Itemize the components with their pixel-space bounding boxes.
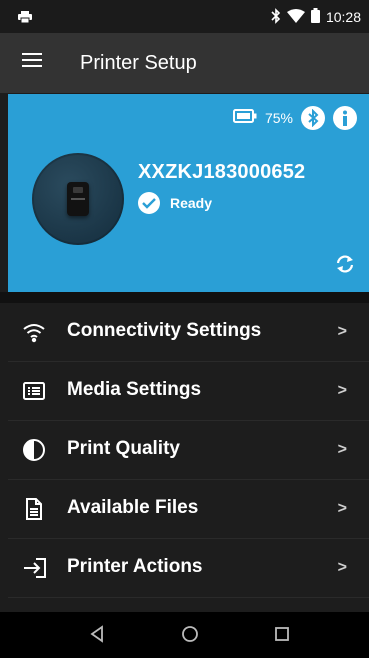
home-icon[interactable]	[180, 624, 202, 646]
check-circle-icon	[138, 192, 160, 214]
battery-status-icon	[310, 8, 320, 26]
menu-item-available-files[interactable]: Available Files >	[8, 480, 369, 539]
contrast-icon	[22, 438, 46, 462]
app-bar: Printer Setup	[0, 33, 369, 93]
printer-status: Ready	[138, 192, 212, 214]
back-icon[interactable]	[88, 624, 110, 646]
chevron-right-icon: >	[337, 441, 347, 458]
printer-notification-icon	[18, 10, 32, 28]
menu-item-connectivity-settings[interactable]: Connectivity Settings >	[8, 303, 369, 362]
bluetooth-icon[interactable]	[301, 106, 325, 130]
menu-item-label: Media Settings	[67, 379, 202, 400]
media-list-icon	[22, 379, 46, 403]
printer-image	[32, 153, 124, 245]
bluetooth-status-icon	[271, 7, 281, 27]
refresh-icon[interactable]	[333, 252, 359, 278]
printer-card: 75% XXZKJ183000652 Ready	[8, 94, 369, 292]
wifi-icon	[22, 320, 46, 344]
menu-item-label: Connectivity Settings	[67, 320, 262, 341]
wifi-status-icon	[286, 8, 305, 26]
clock: 10:28	[325, 9, 361, 25]
menu-icon[interactable]	[22, 52, 46, 74]
navigation-bar	[0, 612, 369, 658]
menu-item-printer-actions[interactable]: Printer Actions >	[8, 539, 369, 598]
file-icon	[22, 497, 46, 521]
info-icon[interactable]	[333, 106, 357, 130]
battery-percentage: 75%	[264, 110, 293, 126]
menu-item-media-settings[interactable]: Media Settings >	[8, 362, 369, 421]
menu-item-label: Print Quality	[67, 438, 180, 459]
printer-status-label: Ready	[170, 195, 213, 211]
status-bar: 10:28	[0, 0, 369, 33]
chevron-right-icon: >	[337, 323, 347, 340]
settings-menu: Connectivity Settings > Media Settings >…	[8, 303, 369, 598]
recents-icon[interactable]	[273, 624, 295, 646]
section-divider	[0, 292, 369, 303]
printer-device-icon	[67, 182, 89, 216]
chevron-right-icon: >	[337, 559, 347, 576]
printer-serial: XXZKJ183000652	[138, 161, 306, 183]
printer-status-icons: 75%	[232, 106, 357, 130]
chevron-right-icon: >	[337, 500, 347, 517]
menu-item-print-quality[interactable]: Print Quality >	[8, 421, 369, 480]
page-title: Printer Setup	[80, 52, 197, 74]
chevron-right-icon: >	[337, 382, 347, 399]
menu-item-label: Printer Actions	[67, 556, 203, 577]
printer-battery-icon	[232, 108, 257, 128]
login-arrow-icon	[22, 556, 46, 580]
menu-item-label: Available Files	[67, 497, 199, 518]
